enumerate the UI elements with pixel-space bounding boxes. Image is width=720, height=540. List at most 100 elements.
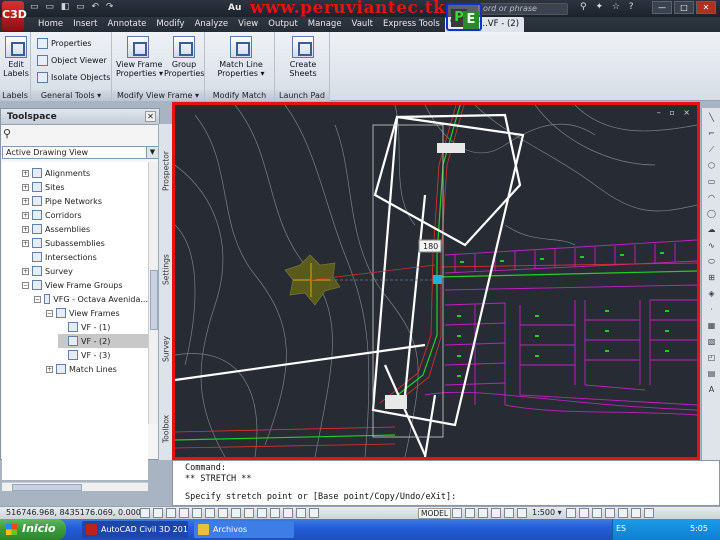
ortho-mode-icon[interactable] bbox=[179, 508, 189, 518]
grid-display-icon[interactable] bbox=[166, 508, 176, 518]
quick-properties-icon[interactable] bbox=[296, 508, 306, 518]
tree-horizontal-scrollbar[interactable] bbox=[2, 482, 148, 491]
isolate-objects-button[interactable]: Isolate Objects bbox=[37, 72, 110, 83]
modify-view-frame-group-label[interactable]: Modify View Frame ▾ bbox=[112, 90, 204, 101]
tree-node[interactable]: VF - (1) bbox=[58, 320, 148, 334]
ellipse-tool-icon[interactable]: ⬭ bbox=[705, 256, 718, 267]
expand-toggle-icon[interactable]: + bbox=[46, 365, 53, 373]
hatch-tool-icon[interactable]: ▦ bbox=[705, 320, 718, 331]
close-button[interactable]: ✕ bbox=[696, 1, 716, 14]
selection-cycling-icon[interactable] bbox=[309, 508, 319, 518]
gradient-tool-icon[interactable]: ▧ bbox=[705, 336, 718, 347]
toolspace-title[interactable]: Toolspace bbox=[1, 109, 159, 125]
object-viewer-button[interactable]: Object Viewer bbox=[37, 55, 107, 66]
arc-tool-icon[interactable]: ◠ bbox=[705, 192, 718, 203]
side-tab-prospector[interactable]: Prospector bbox=[159, 130, 173, 212]
circle-tool-icon[interactable]: ◯ bbox=[705, 208, 718, 219]
workspace-switching-icon[interactable] bbox=[579, 508, 589, 518]
ribbon-tab-annotate[interactable]: Annotate bbox=[103, 17, 152, 32]
ribbon-tab-modify[interactable]: Modify bbox=[151, 17, 189, 32]
maximize-button[interactable]: □ bbox=[674, 1, 694, 14]
steering-wheel-icon[interactable] bbox=[504, 508, 514, 518]
search-input[interactable]: ord or phrase bbox=[478, 3, 568, 15]
pan-icon[interactable] bbox=[478, 508, 488, 518]
snap-mode-icon[interactable] bbox=[153, 508, 163, 518]
expand-toggle-icon[interactable]: + bbox=[22, 267, 29, 275]
clean-screen-icon[interactable] bbox=[644, 508, 654, 518]
viewport-controls[interactable]: – ▫ × bbox=[657, 108, 693, 117]
taskbar-item[interactable]: AutoCAD Civil 3D 201... bbox=[82, 521, 188, 538]
taskbar-item[interactable]: Archivos bbox=[194, 521, 294, 538]
zoom-icon[interactable] bbox=[491, 508, 501, 518]
annotation-visibility-icon[interactable] bbox=[517, 508, 527, 518]
tree-node[interactable]: + Sites bbox=[22, 180, 148, 194]
transparency-icon[interactable] bbox=[283, 508, 293, 518]
application-menu-button[interactable]: C3D bbox=[2, 1, 27, 31]
table-tool-icon[interactable]: ▤ bbox=[705, 368, 718, 379]
infer-constraints-icon[interactable] bbox=[140, 508, 150, 518]
lineweight-icon[interactable] bbox=[270, 508, 280, 518]
ribbon-tab-home[interactable]: Home bbox=[33, 17, 68, 32]
start-button[interactable]: Inicio bbox=[0, 519, 66, 540]
mtext-tool-icon[interactable]: A bbox=[705, 384, 718, 395]
expand-toggle-icon[interactable]: + bbox=[22, 211, 29, 219]
tree-vertical-scrollbar[interactable] bbox=[148, 162, 158, 424]
lock-icon[interactable] bbox=[592, 508, 602, 518]
annotation-scale-select[interactable]: 1:500 ▾ bbox=[532, 508, 562, 517]
drawing-viewport[interactable]: 180 – ▫ × bbox=[172, 102, 700, 460]
quick-access-toolbar[interactable]: ▭ ▭ ◧ ▭ ↶ ↷ bbox=[30, 2, 115, 12]
dynamic-ucs-icon[interactable] bbox=[244, 508, 254, 518]
polar-tracking-icon[interactable] bbox=[192, 508, 202, 518]
rectangle-tool-icon[interactable]: ▭ bbox=[705, 176, 718, 187]
language-indicator[interactable]: ES bbox=[616, 524, 626, 533]
match-line-properties-button[interactable]: Match Line Properties ▾ bbox=[213, 36, 269, 78]
ribbon-tab-insert[interactable]: Insert bbox=[68, 17, 102, 32]
region-tool-icon[interactable]: ◰ bbox=[705, 352, 718, 363]
expand-toggle-icon[interactable]: − bbox=[22, 281, 29, 289]
command-prompt[interactable]: Specify stretch point or [Base point/Cop… bbox=[185, 492, 456, 502]
coordinate-readout[interactable]: 516746.968, 8435176.069, 0.000 bbox=[6, 508, 141, 517]
model-space-button[interactable]: MODEL bbox=[418, 508, 452, 519]
clock[interactable]: 5:05 bbox=[690, 524, 708, 533]
minimize-button[interactable]: — bbox=[652, 1, 672, 14]
side-tab-survey[interactable]: Survey bbox=[159, 314, 173, 384]
expand-toggle-icon[interactable]: − bbox=[34, 295, 41, 303]
properties-button[interactable]: Properties bbox=[37, 38, 91, 49]
3d-object-snap-icon[interactable] bbox=[218, 508, 228, 518]
tree-node[interactable]: + Survey bbox=[22, 264, 148, 278]
ribbon-tab-express-tools[interactable]: Express Tools bbox=[378, 17, 445, 32]
view-frame-properties-button[interactable]: View Frame Properties ▾ bbox=[116, 36, 163, 78]
revcloud-tool-icon[interactable]: ☁ bbox=[705, 224, 718, 235]
dynamic-input-icon[interactable] bbox=[257, 508, 267, 518]
isolate-objects-status-icon[interactable] bbox=[618, 508, 628, 518]
tree-node[interactable]: VF - (3) bbox=[58, 348, 148, 362]
hardware-acceleration-icon[interactable] bbox=[605, 508, 615, 518]
expand-toggle-icon[interactable]: + bbox=[22, 239, 29, 247]
create-sheets-button[interactable]: Create Sheets bbox=[278, 36, 328, 78]
scrollbar-thumb[interactable] bbox=[150, 270, 158, 330]
tree-node[interactable]: VF - (2) bbox=[58, 334, 148, 348]
line-tool-icon[interactable]: ╲ bbox=[705, 112, 718, 123]
scrollbar-thumb[interactable] bbox=[12, 484, 82, 491]
status-menu-icon[interactable] bbox=[631, 508, 641, 518]
tree-node[interactable]: + Subassemblies bbox=[22, 236, 148, 250]
expand-toggle-icon[interactable]: − bbox=[46, 309, 53, 317]
quick-view-drawings-icon[interactable] bbox=[465, 508, 475, 518]
ribbon-tab-manage[interactable]: Manage bbox=[303, 17, 347, 32]
expand-toggle-icon[interactable]: + bbox=[22, 197, 29, 205]
expand-toggle-icon[interactable]: + bbox=[22, 183, 29, 191]
polyline-tool-icon[interactable]: ⌐ bbox=[705, 128, 718, 139]
tree-node[interactable]: − View Frame Groups bbox=[22, 278, 148, 292]
quick-view-layouts-icon[interactable] bbox=[452, 508, 462, 518]
info-center-icons[interactable]: ⚲ ✦ ☆ ? bbox=[580, 2, 637, 12]
tree-node[interactable]: + Match Lines bbox=[46, 362, 148, 376]
expand-toggle-icon[interactable]: + bbox=[22, 169, 29, 177]
ribbon-tab-output[interactable]: Output bbox=[263, 17, 303, 32]
expand-toggle-icon[interactable]: + bbox=[22, 225, 29, 233]
drawing-canvas[interactable]: 180 bbox=[175, 105, 697, 457]
tree-node[interactable]: Intersections bbox=[22, 250, 148, 264]
tree-node[interactable]: − View Frames bbox=[46, 306, 148, 320]
construction-line-icon[interactable]: ⟋ bbox=[705, 144, 718, 155]
polygon-tool-icon[interactable]: ⬡ bbox=[705, 160, 718, 171]
ribbon-tab-view[interactable]: View bbox=[233, 17, 263, 32]
